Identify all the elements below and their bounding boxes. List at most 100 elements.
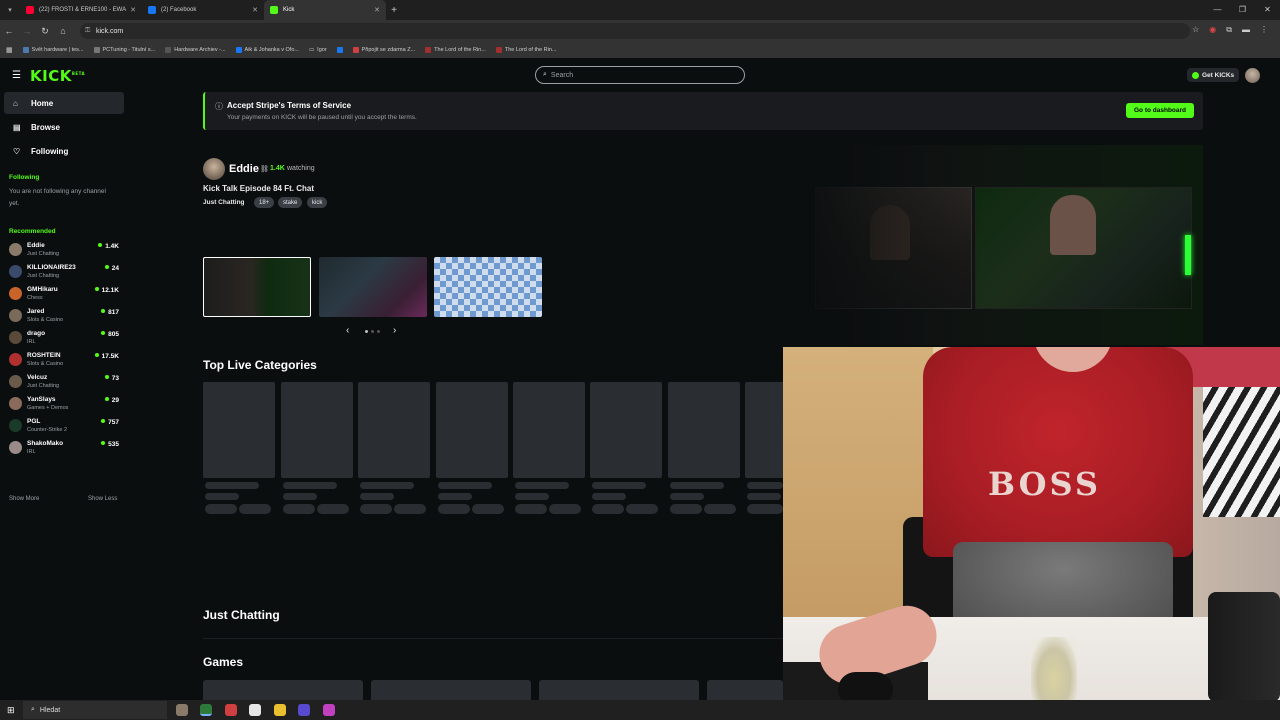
featured-streamer-name[interactable]: Eddie xyxy=(229,163,259,175)
featured-streamer-avatar[interactable] xyxy=(203,158,225,180)
taskbar-app-icon[interactable] xyxy=(249,704,261,716)
section-title-games[interactable]: Games xyxy=(203,655,243,669)
bookmark-item[interactable]: The Lord of the Rin... xyxy=(425,47,486,53)
carousel-prev-icon[interactable]: ‹ xyxy=(346,325,349,336)
taskbar-search-placeholder: Hledat xyxy=(39,706,61,714)
taskbar-app-icon[interactable] xyxy=(225,704,237,716)
bookmark-folder[interactable]: ▭ Igor xyxy=(309,47,327,53)
bookmark-item[interactable]: Aik & Johanka v Ofo... xyxy=(235,47,299,53)
category-card-skeleton[interactable] xyxy=(668,382,740,478)
tag-chip[interactable]: stake xyxy=(278,197,303,208)
carousel-thumbnail[interactable] xyxy=(434,257,542,317)
taskbar-app-icon[interactable] xyxy=(323,704,335,716)
bookmark-star-icon[interactable]: ☆ xyxy=(1192,25,1199,35)
category-card-skeleton[interactable] xyxy=(281,382,353,478)
url-field[interactable]: ⚿ kick.com xyxy=(80,23,1190,39)
bookmark-item[interactable]: The Lord of the Rin... xyxy=(495,47,557,53)
category-card-skeleton[interactable] xyxy=(513,382,585,478)
recommended-channel[interactable]: YanSlays Games + Demos 29 xyxy=(9,394,121,414)
featured-category[interactable]: Just Chatting xyxy=(203,199,245,206)
show-more-link[interactable]: Show More xyxy=(9,496,39,502)
recommended-channel[interactable]: ROSHTEIN Slots & Casino 17.5K xyxy=(9,350,121,370)
close-tab-icon[interactable]: ✕ xyxy=(130,6,136,14)
menu-dots-icon[interactable]: ⋮ xyxy=(1260,25,1268,35)
bookmark-item[interactable]: Svět hardware | tes... xyxy=(22,47,84,53)
chrome-icon[interactable] xyxy=(200,704,212,716)
category-card-skeleton[interactable] xyxy=(203,382,275,478)
carousel-dots xyxy=(365,330,380,333)
carousel-thumbnail[interactable] xyxy=(203,257,311,317)
game-card-skeleton[interactable] xyxy=(539,680,699,700)
skeleton-pill xyxy=(360,504,392,514)
sidebar-item-following[interactable]: ♡ Following xyxy=(4,140,124,162)
close-window-icon[interactable]: ✕ xyxy=(1255,0,1280,20)
close-tab-icon[interactable]: ✕ xyxy=(374,6,380,14)
windows-start-icon[interactable]: ⊞ xyxy=(7,705,15,716)
section-title-just-chatting[interactable]: Just Chatting xyxy=(203,608,280,622)
user-avatar[interactable] xyxy=(1245,68,1260,83)
hamburger-menu-icon[interactable]: ☰ xyxy=(12,70,21,81)
taskbar-app-icon[interactable] xyxy=(176,704,188,716)
home-icon: ⌂ xyxy=(13,98,18,108)
recommended-channel[interactable]: GMHikaru Chess 12.1K xyxy=(9,284,121,304)
tab-title: (22) FROSTI & ERNE100 - EWA xyxy=(39,7,127,13)
apps-icon[interactable]: ▦ xyxy=(6,46,13,54)
recommended-channel[interactable]: drago IRL 805 xyxy=(9,328,121,348)
go-to-dashboard-button[interactable]: Go to dashboard xyxy=(1126,103,1194,118)
extensions-puzzle-icon[interactable]: ⧉ xyxy=(1226,25,1232,35)
game-card-skeleton[interactable] xyxy=(203,680,363,700)
search-input[interactable]: ⌕ Search xyxy=(535,66,745,84)
tab-search-icon[interactable]: ▾ xyxy=(0,0,20,20)
get-kicks-button[interactable]: Get KICKs xyxy=(1187,68,1240,82)
featured-stream-title[interactable]: Kick Talk Episode 84 Ft. Chat xyxy=(203,184,314,193)
game-card-skeleton[interactable] xyxy=(707,680,783,700)
close-tab-icon[interactable]: ✕ xyxy=(252,6,258,14)
sidebar-item-label: Home xyxy=(31,98,54,108)
extension-icon[interactable]: ◉ xyxy=(1209,25,1216,35)
sidebar-item-home[interactable]: ⌂ Home xyxy=(4,92,124,114)
tag-chip[interactable]: kick xyxy=(307,197,328,208)
game-card-skeleton[interactable] xyxy=(371,680,531,700)
forward-icon[interactable]: → xyxy=(18,26,36,36)
category-card-skeleton[interactable] xyxy=(590,382,662,478)
taskbar-app-icon[interactable] xyxy=(274,704,286,716)
browser-tab-facebook[interactable]: (2) Facebook ✕ xyxy=(142,0,264,20)
show-less-link[interactable]: Show Less xyxy=(88,496,117,502)
search-placeholder: Search xyxy=(550,71,574,79)
carousel-next-icon[interactable]: › xyxy=(393,325,396,336)
bookmark-item[interactable]: Připojit se zdarma Z... xyxy=(352,47,415,53)
minimize-icon[interactable]: — xyxy=(1205,0,1230,20)
restore-icon[interactable]: ❐ xyxy=(1230,0,1255,20)
bookmark-label: The Lord of the Rin... xyxy=(504,47,557,53)
skeleton-pill xyxy=(317,504,349,514)
channel-name: Velcuz xyxy=(27,374,48,381)
kick-logo[interactable]: KICKBETA xyxy=(30,67,85,85)
reload-icon[interactable]: ↻ xyxy=(36,26,54,37)
site-info-icon[interactable]: ⚿ xyxy=(85,27,90,35)
recommended-channel[interactable]: PGL Counter-Strike 2 757 xyxy=(9,416,121,436)
carousel-thumbnail[interactable] xyxy=(319,257,427,317)
sidebar-item-browse[interactable]: ▤ Browse xyxy=(4,116,124,138)
recommended-channel[interactable]: Eddie Just Chatting 1.4K xyxy=(9,240,121,260)
bookmark-item[interactable] xyxy=(336,47,343,53)
browser-tab-kick[interactable]: Kick ✕ xyxy=(264,0,386,20)
browser-tab-youtube[interactable]: (22) FROSTI & ERNE100 - EWA ✕ xyxy=(20,0,142,20)
back-icon[interactable]: ← xyxy=(0,26,18,36)
profile-icon[interactable]: ▬ xyxy=(1242,25,1250,35)
bookmark-item[interactable]: PCTuning - Titulní s... xyxy=(93,47,155,53)
taskbar-search-input[interactable]: ⌕ Hledat xyxy=(23,701,167,719)
recommended-channel[interactable]: ShakoMako IRL 535 xyxy=(9,438,121,458)
category-card-skeleton[interactable] xyxy=(436,382,508,478)
windows-taskbar: ⊞ ⌕ Hledat xyxy=(0,700,1280,720)
bookmark-item[interactable]: Hardware Archiev -... xyxy=(165,47,226,53)
home-browser-icon[interactable]: ⌂ xyxy=(54,26,72,36)
new-tab-icon[interactable]: + xyxy=(386,5,402,16)
recommended-channel[interactable]: KILLIONAIRE23 Just Chatting 24 xyxy=(9,262,121,282)
recommended-channel[interactable]: Jared Slots & Casino 817 xyxy=(9,306,121,326)
tag-chip[interactable]: 18+ xyxy=(254,197,275,208)
featured-stream-player[interactable] xyxy=(805,145,1203,345)
player-fade-overlay xyxy=(805,145,1203,345)
category-card-skeleton[interactable] xyxy=(358,382,430,478)
recommended-channel[interactable]: Velcuz Just Chatting 73 xyxy=(9,372,121,392)
taskbar-app-icon[interactable] xyxy=(298,704,310,716)
